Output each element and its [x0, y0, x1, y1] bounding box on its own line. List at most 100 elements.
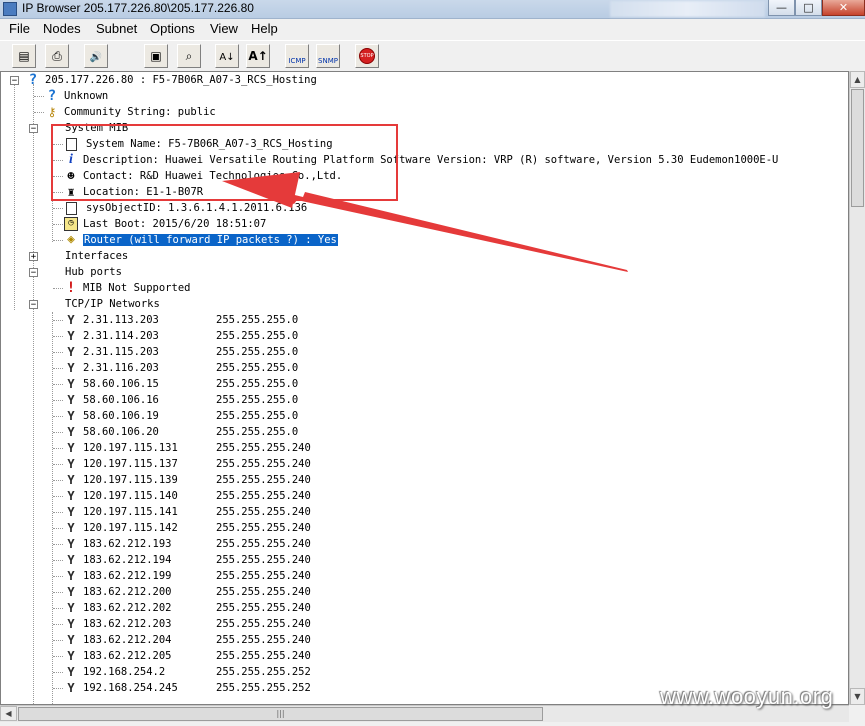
node-label: Hub ports: [65, 266, 122, 278]
network-icon: Y: [67, 377, 75, 391]
ip-network-row[interactable]: Y 2.31.113.203 255.255.255.0: [64, 312, 298, 328]
network-icon: Y: [67, 633, 75, 647]
close-button[interactable]: ✕: [822, 0, 865, 16]
horizontal-scroll-thumb[interactable]: |||: [18, 707, 543, 721]
print-button[interactable]: ⎙: [45, 44, 69, 68]
ip-network-row[interactable]: Y 120.197.115.139 255.255.255.240: [64, 472, 310, 488]
tcpip-collapse-toggle[interactable]: −: [29, 300, 38, 310]
maximize-button[interactable]: □: [795, 0, 822, 16]
menu-nodes[interactable]: Nodes: [43, 21, 81, 36]
system-mib-collapse-toggle[interactable]: −: [29, 124, 38, 134]
vertical-scrollbar[interactable]: ▲ ▼: [849, 71, 865, 705]
print-preview-button[interactable]: ▣: [144, 44, 168, 68]
ip-network-row[interactable]: Y 183.62.212.204 255.255.255.240: [64, 632, 310, 648]
tree-node-hub-ports[interactable]: Hub ports: [65, 264, 122, 280]
tree-node-interfaces[interactable]: Interfaces: [65, 248, 128, 264]
icmp-button[interactable]: ICMP: [285, 44, 309, 68]
ip-network-row[interactable]: Y 58.60.106.19 255.255.255.0: [64, 408, 298, 424]
ip-network-row[interactable]: Y 120.197.115.137 255.255.255.240: [64, 456, 310, 472]
subnet-mask: 255.255.255.240: [216, 618, 311, 630]
tree-node-router[interactable]: ◈ Router (will forward IP packets ?) : Ye…: [64, 232, 338, 248]
ip-network-row[interactable]: Y 2.31.116.203 255.255.255.0: [64, 360, 298, 376]
ip-address: 183.62.212.193: [83, 538, 172, 550]
tree-connector: [53, 560, 63, 561]
vertical-scroll-thumb[interactable]: [851, 89, 864, 207]
ip-address: 120.197.115.140: [83, 490, 178, 502]
ip-address: 183.62.212.204: [83, 634, 172, 646]
hub-ports-collapse-toggle[interactable]: −: [29, 268, 38, 278]
root-label: 205.177.226.80 : F5-7B06R_A07-3_RCS_Host…: [45, 74, 317, 86]
tree-node-community[interactable]: ⚷ Community String: public: [45, 104, 216, 120]
tree-node-mib-not-supported[interactable]: ! MIB Not Supported: [64, 280, 191, 296]
subnet-mask: 255.255.255.240: [216, 442, 311, 454]
ip-network-row[interactable]: Y 183.62.212.199 255.255.255.240: [64, 568, 310, 584]
tree-connector: [53, 336, 63, 337]
sort-az-button[interactable]: A↓: [215, 44, 239, 68]
tree-node-tcpip-networks[interactable]: TCP/IP Networks: [65, 296, 160, 312]
tree-connector: [34, 96, 44, 97]
interfaces-expand-toggle[interactable]: +: [29, 252, 38, 262]
ip-address: 120.197.115.139: [83, 474, 178, 486]
properties-button[interactable]: ▤: [12, 44, 36, 68]
menu-view[interactable]: View: [210, 21, 238, 36]
scroll-left-button[interactable]: ◀: [0, 706, 17, 721]
ip-network-row[interactable]: Y 58.60.106.15 255.255.255.0: [64, 376, 298, 392]
tree-node-unknown[interactable]: ? Unknown: [45, 88, 108, 104]
ip-network-row[interactable]: Y 58.60.106.16 255.255.255.0: [64, 392, 298, 408]
snmp-icon: SNMP: [318, 57, 338, 65]
subnet-mask: 255.255.255.0: [216, 426, 299, 438]
ip-network-row[interactable]: Y 120.197.115.141 255.255.255.240: [64, 504, 310, 520]
menu-file[interactable]: File: [9, 21, 30, 36]
tree-connector: [53, 240, 63, 241]
speaker-button[interactable]: 🔊: [84, 44, 108, 68]
tree-root[interactable]: ? 205.177.226.80 : F5-7B06R_A07-3_RCS_Hos…: [26, 72, 317, 88]
tree-node-last-boot[interactable]: ◷ Last Boot: 2015/6/20 18:51:07: [64, 216, 266, 232]
network-icon: Y: [67, 441, 75, 455]
ip-network-row[interactable]: Y 2.31.114.203 255.255.255.0: [64, 328, 298, 344]
network-icon: Y: [67, 393, 75, 407]
network-icon: Y: [67, 457, 75, 471]
tree-connector: [53, 672, 63, 673]
tree-connector: [53, 624, 63, 625]
subnet-mask: 255.255.255.240: [216, 602, 311, 614]
stop-button[interactable]: STOP: [355, 44, 379, 68]
ip-network-row[interactable]: Y 120.197.115.131 255.255.255.240: [64, 440, 311, 456]
tree-connector: [53, 368, 63, 369]
tree-connector: [53, 224, 63, 225]
scroll-up-button[interactable]: ▲: [850, 71, 865, 88]
node-label-selected: Router (will forward IP packets ?) : Yes: [83, 234, 338, 246]
ip-network-row[interactable]: Y 192.168.254.245 255.255.255.252: [64, 680, 311, 696]
font-size-button[interactable]: A↑: [246, 44, 270, 68]
network-icon: Y: [67, 537, 75, 551]
ip-network-row[interactable]: Y 192.168.254.2 255.255.255.252: [64, 664, 310, 680]
ip-network-row[interactable]: Y 183.62.212.193 255.255.255.240: [64, 536, 310, 552]
menu-options[interactable]: Options: [150, 21, 195, 36]
network-icon: Y: [67, 361, 75, 375]
subnet-mask: 255.255.255.0: [216, 410, 299, 422]
ip-network-row[interactable]: Y 183.62.212.205 255.255.255.240: [64, 648, 310, 664]
ip-network-row[interactable]: Y 183.62.212.194 255.255.255.240: [64, 552, 310, 568]
tree-node-sysobjectid[interactable]: sysObjectID: 1.3.6.1.4.1.2011.6.136: [64, 200, 307, 216]
ip-network-row[interactable]: Y 58.60.106.20 255.255.255.0: [64, 424, 298, 440]
network-icon: Y: [67, 473, 75, 487]
node-label: Interfaces: [65, 250, 129, 262]
ip-network-row[interactable]: Y 120.197.115.140 255.255.255.240: [64, 488, 310, 504]
font-size-icon: A↑: [248, 49, 268, 63]
subnet-mask: 255.255.255.252: [216, 682, 311, 694]
ip-network-row[interactable]: Y 120.197.115.142 255.255.255.240: [64, 520, 310, 536]
zoom-button[interactable]: ⌕: [177, 44, 201, 68]
ip-address: 120.197.115.131: [83, 442, 178, 454]
scroll-down-button[interactable]: ▼: [850, 688, 865, 705]
ip-network-row[interactable]: Y 183.62.212.203 255.255.255.240: [64, 616, 311, 632]
snmp-button[interactable]: SNMP: [316, 44, 340, 68]
ip-network-row[interactable]: Y 183.62.212.202 255.255.255.240: [64, 600, 311, 616]
ip-address: 120.197.115.142: [83, 522, 178, 534]
ip-network-row[interactable]: Y 2.31.115.203 255.255.255.0: [64, 344, 298, 360]
ip-address: 183.62.212.200: [83, 586, 172, 598]
ip-network-row[interactable]: Y 183.62.212.200 255.255.255.240: [64, 584, 310, 600]
menu-help[interactable]: Help: [251, 21, 278, 36]
clock-icon: ◷: [64, 217, 78, 231]
root-collapse-toggle[interactable]: −: [10, 76, 19, 86]
menu-subnet[interactable]: Subnet: [96, 21, 137, 36]
minimize-button[interactable]: —: [768, 0, 795, 16]
